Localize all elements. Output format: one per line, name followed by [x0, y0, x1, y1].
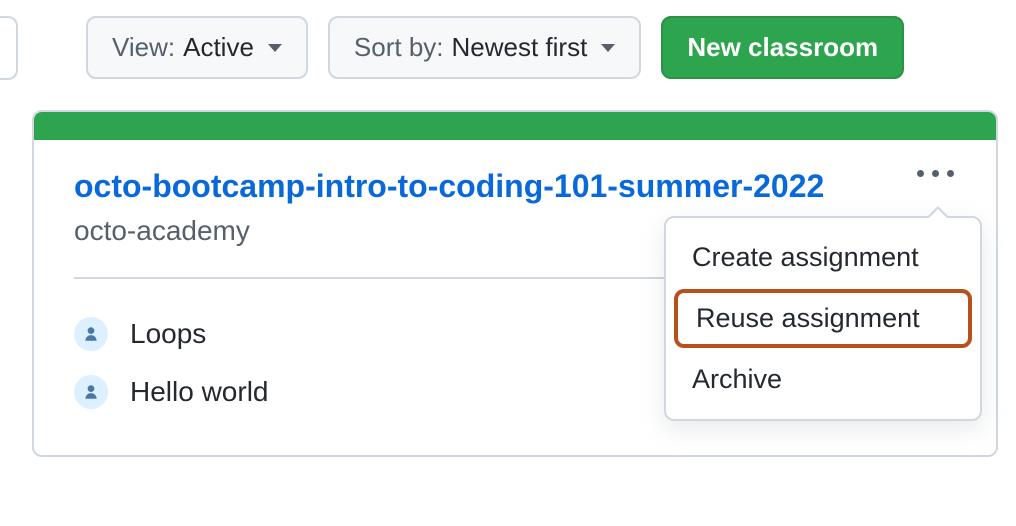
menu-create-assignment[interactable]: Create assignment	[666, 228, 980, 287]
new-classroom-label: New classroom	[687, 32, 878, 63]
view-filter-value: Active	[183, 32, 254, 63]
classroom-card: octo-bootcamp-intro-to-coding-101-summer…	[32, 110, 998, 457]
sort-filter-prefix: Sort by:	[354, 32, 444, 63]
person-icon	[74, 317, 108, 351]
card-body: octo-bootcamp-intro-to-coding-101-summer…	[34, 140, 996, 455]
assignment-name: Hello world	[130, 376, 269, 408]
sort-filter-value: Newest first	[452, 32, 588, 63]
caret-down-icon	[601, 44, 615, 52]
classroom-actions-dropdown: Create assignment Reuse assignment Archi…	[664, 216, 982, 421]
kebab-menu-button[interactable]	[909, 162, 962, 185]
menu-reuse-assignment[interactable]: Reuse assignment	[674, 289, 972, 348]
new-classroom-button[interactable]: New classroom	[661, 16, 904, 79]
menu-archive[interactable]: Archive	[666, 350, 980, 409]
person-icon	[74, 375, 108, 409]
view-filter-prefix: View:	[112, 32, 175, 63]
search-edge[interactable]	[0, 16, 18, 80]
toolbar: View: Active Sort by: Newest first New c…	[0, 0, 1016, 96]
classroom-title-link[interactable]: octo-bootcamp-intro-to-coding-101-summer…	[74, 168, 824, 205]
caret-down-icon	[268, 44, 282, 52]
sort-filter-button[interactable]: Sort by: Newest first	[328, 16, 641, 79]
assignment-name: Loops	[130, 318, 206, 350]
view-filter-button[interactable]: View: Active	[86, 16, 308, 79]
card-accent-bar	[34, 112, 996, 140]
